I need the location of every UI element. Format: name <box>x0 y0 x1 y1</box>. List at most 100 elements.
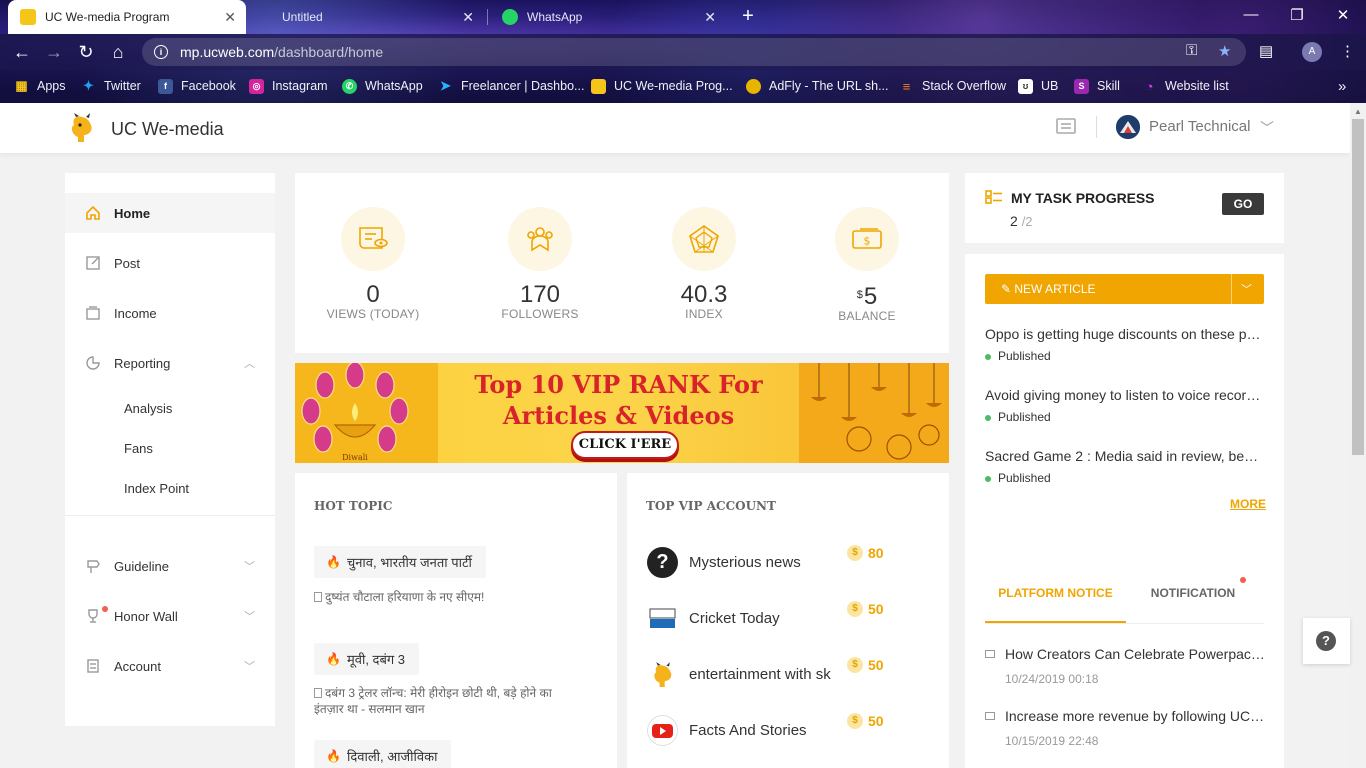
back-arrow-icon[interactable]: ← <box>11 41 33 63</box>
bookmark-ub[interactable]: ʊ UB <box>1018 77 1058 95</box>
topic-tag[interactable]: 🔥 मूवी, दबंग 3 <box>314 643 420 675</box>
stat-index: 40.3 INDEX <box>639 207 769 321</box>
notice-doc-icon <box>985 712 995 720</box>
message-icon[interactable] <box>1056 118 1076 136</box>
profile-avatar[interactable]: A <box>1302 42 1322 62</box>
vip-account-row[interactable]: Cricket Today $ 50 <box>647 601 927 635</box>
key-icon[interactable]: ⚿ <box>1186 42 1197 59</box>
window-close-icon[interactable]: ✕ <box>1332 6 1354 24</box>
question-mark-avatar-icon: ? <box>647 547 678 578</box>
website-list-icon: ◔ <box>1145 78 1154 94</box>
sidebar-item-home[interactable]: Home <box>65 193 275 233</box>
top-vip-panel: TOP VIP ACCOUNT ? Mysterious news $ 80 C… <box>627 473 949 768</box>
notification-dot <box>102 606 108 612</box>
bookmark-skill[interactable]: S Skill <box>1074 77 1120 95</box>
fire-icon: 🔥 <box>326 749 341 763</box>
vip-account-row[interactable]: entertainment with sk $ 50 <box>647 657 927 691</box>
sidebar-subitem-analysis[interactable]: Analysis <box>124 401 172 416</box>
views-value: 0 <box>366 281 380 308</box>
home-icon[interactable]: ⌂ <box>107 41 129 63</box>
new-tab-button[interactable]: + <box>737 6 759 28</box>
sidebar-item-label: Guideline <box>114 558 169 574</box>
new-article-label: ✎ NEW ARTICLE <box>1001 282 1096 296</box>
sidebar-item-label: Income <box>114 305 157 321</box>
scrollbar-thumb[interactable] <box>1352 119 1364 455</box>
bookmarks-overflow-icon[interactable]: » <box>1338 77 1346 95</box>
new-article-button[interactable]: ✎ NEW ARTICLE ﹀ <box>985 274 1264 304</box>
maximize-icon[interactable]: ❐ <box>1286 6 1308 24</box>
go-button[interactable]: GO <box>1222 193 1264 215</box>
sidebar-item-honor-wall[interactable]: Honor Wall ﹀ <box>65 596 275 636</box>
stackoverflow-icon: ≡ <box>902 78 911 94</box>
reload-icon[interactable]: ↻ <box>75 41 97 63</box>
bookmark-stackoverflow[interactable]: ≡ Stack Overflow <box>899 77 1006 95</box>
article-title[interactable]: Avoid giving money to listen to voice re… <box>985 387 1265 403</box>
sidebar-item-reporting[interactable]: Reporting ︿ <box>65 343 275 383</box>
chevron-down-icon[interactable]: ﹀ <box>1241 281 1252 297</box>
sidebar-item-income[interactable]: Income <box>65 293 275 333</box>
chevron-down-icon[interactable]: ﹀ <box>1260 118 1274 138</box>
scroll-up-icon[interactable]: ▲ <box>1354 107 1362 116</box>
bookmark-adfly[interactable]: AdFly - The URL sh... <box>746 77 888 95</box>
user-name[interactable]: Pearl Technical <box>1149 118 1250 135</box>
bookmark-facebook[interactable]: f Facebook <box>158 77 236 95</box>
uc-squirrel-logo-icon[interactable] <box>68 113 96 143</box>
topic-headline[interactable]: दबंग 3 ट्रेलर लॉन्च: मेरी हीरोइन छोटी थी… <box>314 685 584 717</box>
sidebar-subitem-fans[interactable]: Fans <box>124 441 153 456</box>
tab-untitled[interactable]: Untitled ✕ <box>270 0 484 34</box>
bookmark-freelancer[interactable]: ➤ Freelancer | Dashbo... <box>438 77 584 95</box>
bookmark-star-icon[interactable]: ★ <box>1218 42 1231 60</box>
tab-notification[interactable]: NOTIFICATION <box>1135 584 1251 623</box>
banner-cta-button[interactable]: CLICK I'ERE <box>571 431 679 459</box>
brand-name[interactable]: UC We-media <box>111 119 224 140</box>
close-tab-icon[interactable]: ✕ <box>462 9 474 25</box>
forward-arrow-icon[interactable]: → <box>43 41 65 63</box>
top-vip-title: TOP VIP ACCOUNT <box>646 499 776 513</box>
chevron-down-icon: ﹀ <box>244 561 255 573</box>
close-tab-icon[interactable]: ✕ <box>224 9 236 25</box>
tab-platform-notice[interactable]: PLATFORM NOTICE <box>985 584 1126 623</box>
cast-icon[interactable]: ▤ <box>1259 42 1273 60</box>
close-tab-icon[interactable]: ✕ <box>704 9 716 25</box>
help-question-icon: ? <box>1316 631 1336 651</box>
balance-value: $5 <box>802 281 932 311</box>
sidebar-item-post[interactable]: Post <box>65 243 275 283</box>
sidebar-item-guideline[interactable]: Guideline ﹀ <box>65 546 275 586</box>
vip-account-row[interactable]: Facts And Stories $ 50 <box>647 713 927 747</box>
sidebar-item-account[interactable]: Account ﹀ <box>65 646 275 686</box>
vip-account-score: 50 <box>868 601 884 617</box>
svg-text:$: $ <box>864 235 871 248</box>
coin-icon: $ <box>847 713 863 729</box>
hot-topic-panel: HOT TOPIC 🔥 चुनाव, भारतीय जनता पार्टी दु… <box>295 473 617 768</box>
address-bar[interactable]: i mp.ucweb.com/dashboard/home <box>142 38 1246 66</box>
sidebar-subitem-index-point[interactable]: Index Point <box>124 481 189 496</box>
topic-tag[interactable]: 🔥 दिवाली, आजीविका <box>314 740 452 768</box>
index-pentagon-icon <box>672 207 736 271</box>
twitter-icon: ✦ <box>83 78 94 93</box>
site-info-icon[interactable]: i <box>154 45 168 59</box>
page-scrollbar[interactable]: ▲ <box>1350 103 1366 768</box>
vip-account-row[interactable]: ? Mysterious news $ 80 <box>647 545 927 579</box>
bookmark-instagram[interactable]: ◎ Instagram <box>249 77 328 95</box>
more-link[interactable]: MORE <box>1230 497 1266 511</box>
bookmark-website-list[interactable]: ◔ Website list <box>1142 77 1229 95</box>
article-title[interactable]: Sacred Game 2 : Media said in review, be… <box>985 448 1265 464</box>
hot-topic-title: HOT TOPIC <box>314 499 393 513</box>
topic-tag[interactable]: 🔥 चुनाव, भारतीय जनता पार्टी <box>314 546 486 578</box>
tab-uc-wemedia[interactable]: UC We-media Program ✕ <box>8 0 246 34</box>
bookmark-uc[interactable]: UC We-media Prog... <box>591 77 733 95</box>
sidebar-item-label: Reporting <box>114 355 171 371</box>
help-button[interactable]: ? <box>1303 618 1350 664</box>
minimize-icon[interactable]: — <box>1240 6 1262 23</box>
document-icon <box>314 688 322 698</box>
promo-banner[interactable]: Diwali Top 10 VIP RANK For Articles & Vi… <box>295 363 949 463</box>
notice-tabs: PLATFORM NOTICE NOTIFICATION <box>985 577 1264 624</box>
bookmark-twitter[interactable]: ✦ Twitter <box>81 77 141 95</box>
menu-dots-icon[interactable]: ⋮ <box>1340 42 1355 60</box>
tab-whatsapp[interactable]: WhatsApp ✕ <box>490 0 726 34</box>
bookmark-apps[interactable]: ▦ Apps <box>14 77 65 95</box>
topic-headline[interactable]: दुष्यंत चौटाला हरियाणा के नए सीएम! <box>314 589 584 605</box>
bookmark-whatsapp[interactable]: ✆ WhatsApp <box>342 77 423 95</box>
article-title[interactable]: Oppo is getting huge discounts on these … <box>985 326 1265 342</box>
user-avatar[interactable] <box>1116 115 1140 139</box>
